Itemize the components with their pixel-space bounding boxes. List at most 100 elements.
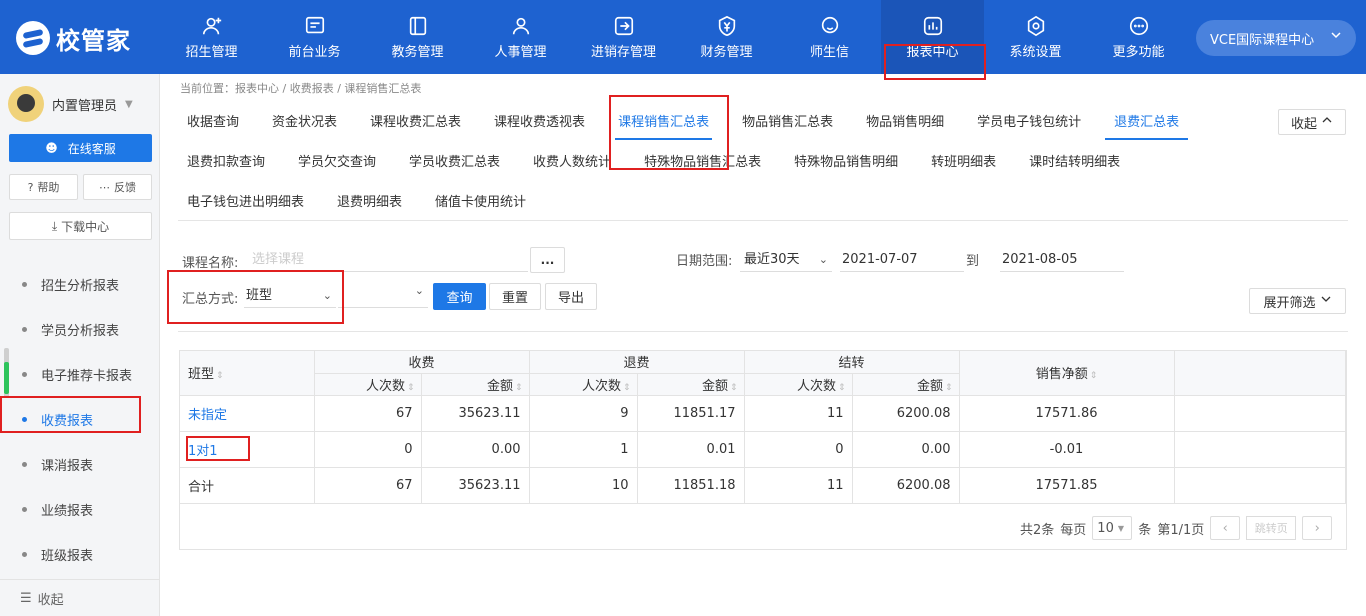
campus-selector[interactable]: VCE国际课程中心 <box>1196 20 1356 56</box>
nav-item-label: 财务管理 <box>700 44 753 60</box>
tab-arrears-query[interactable]: 学员欠交查询 <box>289 140 385 180</box>
download-center-button[interactable]: ⤓ 下载中心 <box>9 212 152 240</box>
query-button[interactable]: 查询 <box>433 283 486 310</box>
nav-item-hr[interactable]: 人事管理 <box>469 0 572 74</box>
pagination: 共2条 每页 10 ▼ 条 第1/1页 ‹ 跳转页 › <box>1020 516 1333 540</box>
nav-item-reports[interactable]: 报表中心 <box>881 0 984 74</box>
tab-row-2: 退费扣款查询 学员欠交查询 学员收费汇总表 收费人数统计 特殊物品销售汇总表 特… <box>178 140 1278 180</box>
nav-item-frontdesk[interactable]: 前台业务 <box>263 0 366 74</box>
nav-item-inventory[interactable]: 进销存管理 <box>572 0 675 74</box>
chevron-right-icon: › <box>1314 520 1320 536</box>
tab-wallet-stats[interactable]: 学员电子钱包统计 <box>968 100 1090 140</box>
jump-page-input[interactable]: 跳转页 <box>1246 516 1297 540</box>
course-input[interactable]: 选择课程 <box>248 248 528 272</box>
page-size-select[interactable]: 10 ▼ <box>1092 516 1133 540</box>
header-transfer-amount[interactable]: 金额 ⇕ <box>852 373 960 396</box>
nav-item-academic[interactable]: 教务管理 <box>366 0 469 74</box>
header-net-sales[interactable]: 销售净额 ⇕ <box>959 351 1175 396</box>
tab-goods-sales-summary[interactable]: 物品销售汇总表 <box>733 100 842 140</box>
nav-item-settings[interactable]: 系统设置 <box>984 0 1087 74</box>
sidebar-item-class-report[interactable]: 班级报表 <box>0 532 160 577</box>
tab-student-charge-summary[interactable]: 学员收费汇总表 <box>400 140 509 180</box>
sort-icon: ⇕ <box>1089 371 1098 382</box>
header-class-type[interactable]: 班型 ⇕ <box>180 351 315 396</box>
course-name-label: 课程名称: <box>182 256 239 271</box>
breadcrumb: 当前位置：报表中心 / 收费报表 / 课程销售汇总表 <box>180 82 422 95</box>
tab-refund-deduction[interactable]: 退费扣款查询 <box>178 140 274 180</box>
course-picker-button[interactable]: ... <box>530 247 565 273</box>
next-page-button[interactable]: › <box>1302 516 1333 540</box>
expand-filter-button[interactable]: 展开筛选 <box>1249 288 1346 314</box>
tab-hours-carryover-detail[interactable]: 课时结转明细表 <box>1020 140 1129 180</box>
sidebar-item-charge-report[interactable]: 收费报表 <box>0 397 160 442</box>
sidebar: 内置管理员 ▼ ☻ 在线客服 ? 帮助 ⋯ 反馈 ⤓ 下载中心 招生分析报表 学… <box>0 74 160 616</box>
header-refund-count[interactable]: 人次数 ⇕ <box>529 373 638 396</box>
tab-refund-summary[interactable]: 退费汇总表 <box>1105 100 1189 140</box>
nav-item-recruit[interactable]: 招生管理 <box>160 0 263 74</box>
feedback-button[interactable]: ⋯ 反馈 <box>83 174 152 200</box>
online-service-button[interactable]: ☻ 在线客服 <box>9 134 152 162</box>
cell-class-type-link[interactable]: 1对1 <box>180 431 315 468</box>
cell-charge-count: 67 <box>314 467 422 504</box>
nav-item-finance[interactable]: 财务管理 <box>675 0 778 74</box>
tab-class-transfer-detail[interactable]: 转班明细表 <box>922 140 1005 180</box>
pager-unit-label: 条 <box>1138 522 1152 538</box>
tabs-collapse-button[interactable]: 收起 <box>1278 109 1346 135</box>
cell-refund-count: 9 <box>529 395 638 432</box>
sidebar-item-referral-card[interactable]: 电子推荐卡报表 <box>0 352 160 397</box>
help-label: 帮助 <box>37 181 60 194</box>
table-total-row: 合计 67 35623.11 10 11851.18 11 6200.08 17… <box>180 467 1346 504</box>
sidebar-collapse-button[interactable]: ☰ 收起 <box>0 579 160 616</box>
tab-refund-detail[interactable]: 退费明细表 <box>328 180 411 220</box>
tab-goods-sales-detail[interactable]: 物品销售明细 <box>857 100 953 140</box>
tab-course-charge-summary[interactable]: 课程收费汇总表 <box>361 100 470 140</box>
sidebar-item-student-analysis[interactable]: 学员分析报表 <box>0 307 160 352</box>
date-range-value: 最近30天 <box>744 252 800 267</box>
header-charge-amount[interactable]: 金额 ⇕ <box>421 373 530 396</box>
monitor-icon <box>304 15 326 37</box>
date-to-input[interactable]: 2021-08-05 <box>1000 248 1124 272</box>
caret-down-icon: ▼ <box>1117 523 1124 533</box>
reset-button[interactable]: 重置 <box>489 283 541 310</box>
tab-charge-count-stats[interactable]: 收费人数统计 <box>524 140 620 180</box>
help-feedback-row: ? 帮助 ⋯ 反馈 <box>9 174 152 200</box>
header-transfer-count[interactable]: 人次数 ⇕ <box>744 373 853 396</box>
sort-icon: ⇕ <box>406 382 415 393</box>
date-from-input[interactable]: 2021-07-07 <box>840 248 964 272</box>
export-button[interactable]: 导出 <box>545 283 597 310</box>
brand-logo[interactable]: 校管家 <box>16 20 131 56</box>
chevron-left-icon: ‹ <box>1222 520 1228 536</box>
nav-item-messages[interactable]: 师生信 <box>778 0 881 74</box>
chevron-down-icon: ⌄ <box>414 284 424 297</box>
header-refund-amount[interactable]: 金额 ⇕ <box>637 373 745 396</box>
help-button[interactable]: ? 帮助 <box>9 174 78 200</box>
username: 内置管理员 <box>52 98 118 114</box>
pager-per-page-label: 每页 <box>1060 522 1087 538</box>
brand-logo-icon <box>16 21 50 55</box>
tab-course-sales-summary[interactable]: 课程销售汇总表 <box>609 100 718 140</box>
header-charge-count[interactable]: 人次数 ⇕ <box>314 373 422 396</box>
secondary-select[interactable]: ⌄ <box>338 284 428 308</box>
cell-class-type-link[interactable]: 未指定 <box>180 395 315 432</box>
tab-receipt-query[interactable]: 收据查询 <box>178 100 248 140</box>
tab-special-goods-detail[interactable]: 特殊物品销售明细 <box>785 140 907 180</box>
to-label: 到 <box>966 254 980 269</box>
tab-special-goods-summary[interactable]: 特殊物品销售汇总表 <box>635 140 770 180</box>
sidebar-item-performance-report[interactable]: 业绩报表 <box>0 487 160 532</box>
prev-page-button[interactable]: ‹ <box>1210 516 1241 540</box>
sidebar-item-consumption-report[interactable]: 课消报表 <box>0 442 160 487</box>
nav-item-more[interactable]: 更多功能 <box>1087 0 1190 74</box>
summary-method-select[interactable]: 班型 ⌄ <box>244 284 336 308</box>
summary-method-value: 班型 <box>246 288 273 303</box>
cell-refund-count: 1 <box>529 431 638 468</box>
cell-charge-count: 67 <box>314 395 422 432</box>
date-range-select[interactable]: 最近30天 ⌄ <box>740 248 832 272</box>
sidebar-item-recruit-analysis[interactable]: 招生分析报表 <box>0 262 160 307</box>
cell-transfer-amount: 0.00 <box>852 431 960 468</box>
tab-fund-status[interactable]: 资金状况表 <box>263 100 346 140</box>
user-profile[interactable]: 内置管理员 ▼ <box>8 86 133 122</box>
tab-stored-card-stats[interactable]: 储值卡使用统计 <box>426 180 535 220</box>
tab-wallet-flow-detail[interactable]: 电子钱包进出明细表 <box>178 180 313 220</box>
gear-icon <box>1025 15 1047 37</box>
tab-course-charge-pivot[interactable]: 课程收费透视表 <box>485 100 594 140</box>
